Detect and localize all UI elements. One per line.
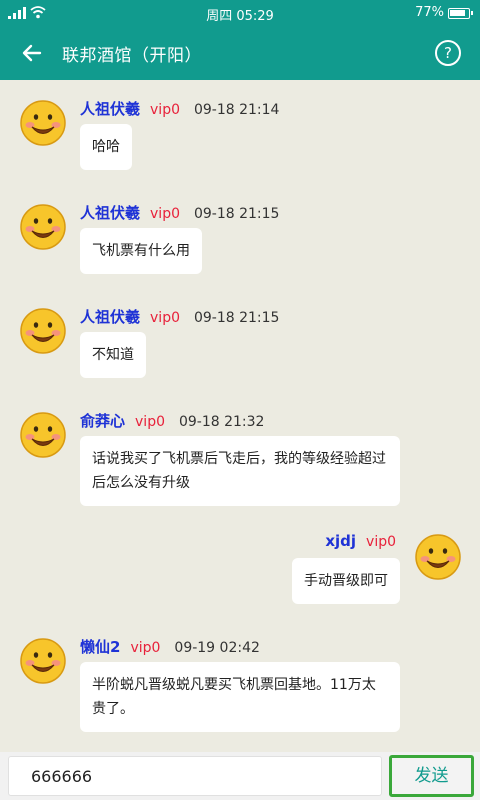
- vip-badge: vip0: [135, 414, 165, 430]
- vip-badge: vip0: [150, 310, 180, 326]
- message-meta: 人祖伏羲 vip0 09-18 21:15: [80, 306, 279, 327]
- message-time: 09-18 21:15: [193, 206, 280, 222]
- send-button[interactable]: 发送: [389, 755, 474, 797]
- vip-badge: vip0: [366, 534, 396, 550]
- sender-name[interactable]: 人祖伏羲: [80, 308, 140, 326]
- sender-name[interactable]: xjdj: [325, 532, 356, 550]
- sender-name[interactable]: 俞莽心: [80, 412, 125, 430]
- app-toolbar: 联邦酒馆（开阳） ?: [0, 26, 480, 80]
- vip-badge: vip0: [150, 102, 180, 118]
- vip-badge: vip0: [130, 640, 161, 656]
- message-bubble: 手动晋级即可: [292, 558, 400, 604]
- smiley-avatar-icon[interactable]: [415, 534, 461, 580]
- message-time: 09-18 21:32: [178, 414, 265, 430]
- message-time: 09-18 21:15: [193, 310, 280, 326]
- message-time: 09-18 21:14: [193, 102, 280, 118]
- message-meta: 俞莽心 vip0 09-18 21:32: [80, 410, 264, 431]
- message-meta: 懒仙2 vip0 09-19 02:42: [80, 636, 260, 657]
- message-time: 09-19 02:42: [174, 640, 260, 656]
- status-bar: 周四 05:29 77%: [0, 0, 480, 26]
- battery-icon: [448, 8, 473, 19]
- page-title: 联邦酒馆（开阳）: [62, 46, 202, 66]
- message-meta: 人祖伏羲 vip0 09-18 21:15: [80, 202, 279, 223]
- message-bubble: 话说我买了飞机票后飞走后，我的等级经验超过后怎么没有升级: [80, 436, 400, 506]
- message-input[interactable]: [8, 756, 382, 796]
- smiley-avatar-icon[interactable]: [20, 100, 66, 146]
- smiley-avatar-icon[interactable]: [20, 308, 66, 354]
- battery-percent: 77%: [415, 5, 444, 20]
- back-arrow-icon[interactable]: [20, 41, 44, 65]
- message-meta: xjdj vip0: [325, 532, 396, 550]
- composer-bar: 发送: [0, 752, 480, 800]
- message-meta: 人祖伏羲 vip0 09-18 21:14: [80, 98, 279, 119]
- smiley-avatar-icon[interactable]: [20, 638, 66, 684]
- message-bubble: 哈哈: [80, 124, 132, 170]
- sender-name[interactable]: 人祖伏羲: [80, 204, 140, 222]
- message-bubble: 不知道: [80, 332, 146, 378]
- chat-list[interactable]: 人祖伏羲 vip0 09-18 21:14 哈哈 人祖伏羲 vip0 09-18 21:…: [0, 80, 480, 752]
- help-icon[interactable]: ?: [435, 40, 461, 66]
- sender-name[interactable]: 懒仙2: [80, 638, 120, 656]
- message-bubble: 飞机票有什么用: [80, 228, 202, 274]
- message-bubble: 半阶蜕凡晋级蜕凡要买飞机票回基地。11万太贵了。: [80, 662, 400, 732]
- sender-name[interactable]: 人祖伏羲: [80, 100, 140, 118]
- smiley-avatar-icon[interactable]: [20, 204, 66, 250]
- vip-badge: vip0: [150, 206, 180, 222]
- status-clock: 周四 05:29: [206, 9, 274, 24]
- smiley-avatar-icon[interactable]: [20, 412, 66, 458]
